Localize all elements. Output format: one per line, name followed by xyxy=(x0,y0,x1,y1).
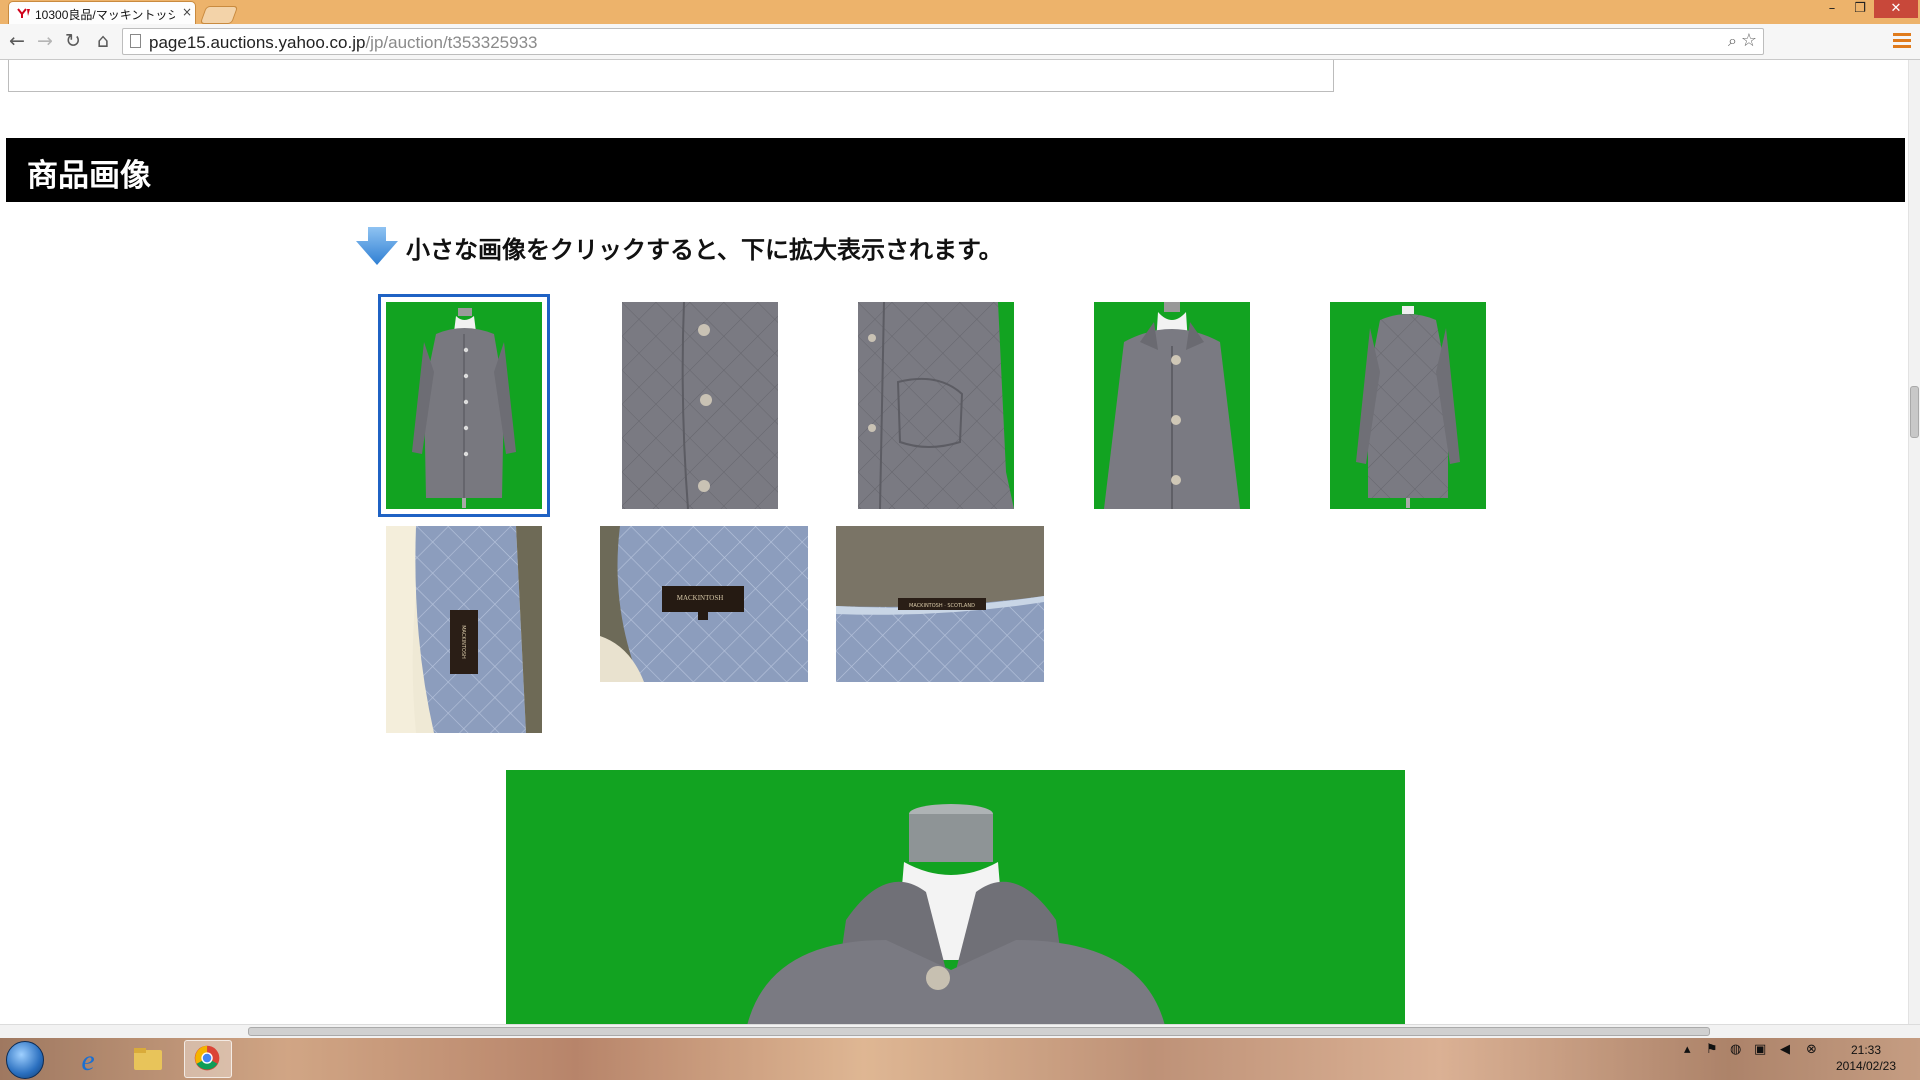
chrome-icon[interactable] xyxy=(184,1040,232,1078)
clock-time: 21:33 xyxy=(1850,1043,1882,1057)
thumb-front-full[interactable] xyxy=(378,294,550,517)
back-arrow-icon[interactable]: ← xyxy=(6,30,28,52)
reload-icon[interactable]: ↻ xyxy=(62,30,84,52)
thumb-lining-label[interactable]: MACKINTOSH xyxy=(386,526,542,733)
flag-icon[interactable]: ⚑ xyxy=(1706,1042,1718,1057)
down-arrow-icon xyxy=(356,227,398,265)
thumb-detail-pocket[interactable] xyxy=(858,302,1014,509)
vertical-scrollbar[interactable] xyxy=(1908,60,1920,1024)
bookmark-star-icon[interactable]: ☆ xyxy=(1741,30,1757,51)
browser-toolbar: ← → ↻ ⌂ page15.auctions.yahoo.co.jp/jp/a… xyxy=(0,24,1920,60)
thumb-detail-buttons[interactable] xyxy=(622,302,778,509)
tab-title: 10300良品/マッキントッシュ/ xyxy=(35,8,175,22)
svg-text:MACKINTOSH · SCOTLAND: MACKINTOSH · SCOTLAND xyxy=(909,603,975,609)
display-icon[interactable]: ▣ xyxy=(1754,1042,1766,1057)
coat-pocket-detail-image xyxy=(858,302,1014,509)
brand-label-closeup-image: MACKINTOSH xyxy=(600,526,808,682)
thumb-collar-label[interactable]: MACKINTOSH · SCOTLAND xyxy=(836,526,1044,682)
url-path: /jp/auction/t353325933 xyxy=(365,33,538,52)
thumb-upper-front[interactable] xyxy=(1094,302,1250,509)
minimize-button[interactable]: – xyxy=(1818,0,1846,18)
browser-tab[interactable]: 10300良品/マッキントッシュ/ × xyxy=(8,1,196,24)
vertical-scroll-thumb[interactable] xyxy=(1910,386,1919,438)
windows-taskbar: e ▴ ⚑ ◍ ▣ ◀ ⊗ 21:33 2014/02/23 xyxy=(0,1038,1920,1080)
up-arrow-icon[interactable]: ▴ xyxy=(1684,1042,1691,1057)
coat-upper-front-image xyxy=(1094,302,1250,509)
thumb-label-closeup[interactable]: MACKINTOSH xyxy=(600,526,808,682)
chrome-menu-icon[interactable] xyxy=(1893,30,1911,52)
coat-lining-image: MACKINTOSH xyxy=(386,526,542,733)
url-text[interactable]: page15.auctions.yahoo.co.jp/jp/auction/t… xyxy=(149,33,538,53)
page-viewport: 商品画像 小さな画像をクリックすると、下に拡大表示されます。 MACKINTOS… xyxy=(0,60,1908,1024)
page-icon xyxy=(130,34,141,48)
section-header: 商品画像 xyxy=(6,138,1905,202)
volume-icon[interactable]: ◀ xyxy=(1780,1042,1790,1057)
home-icon[interactable]: ⌂ xyxy=(92,30,114,52)
network-icon[interactable]: ◍ xyxy=(1730,1042,1741,1057)
coat-back-image xyxy=(1330,302,1486,509)
yahoo-favicon-icon xyxy=(17,8,31,19)
section-title: 商品画像 xyxy=(27,158,151,194)
previous-section-box xyxy=(8,60,1334,92)
close-circle-icon[interactable]: ⊗ xyxy=(1806,1042,1817,1057)
svg-text:e: e xyxy=(81,1044,94,1077)
collar-label-image: MACKINTOSH · SCOTLAND xyxy=(836,526,1044,682)
forward-arrow-icon[interactable]: → xyxy=(34,30,56,52)
new-tab-button[interactable] xyxy=(199,6,239,24)
title-bar: 10300良品/マッキントッシュ/ × – ❐ ✕ xyxy=(0,0,1920,24)
svg-text:MACKINTOSH: MACKINTOSH xyxy=(460,625,466,659)
url-host: page15.auctions.yahoo.co.jp xyxy=(149,33,366,52)
tab-close-icon[interactable]: × xyxy=(182,5,192,19)
coat-large-image xyxy=(506,770,1405,1024)
horizontal-scroll-thumb[interactable] xyxy=(248,1027,1710,1036)
clock[interactable]: 21:33 2014/02/23 xyxy=(1826,1042,1906,1074)
horizontal-scrollbar[interactable] xyxy=(0,1024,1920,1038)
zoom-icon[interactable]: ⌕ xyxy=(1728,31,1737,51)
clock-date: 2014/02/23 xyxy=(1835,1059,1897,1073)
instruction-text: 小さな画像をクリックすると、下に拡大表示されます。 xyxy=(406,236,1003,264)
ie-icon[interactable]: e xyxy=(64,1040,112,1078)
start-icon[interactable] xyxy=(6,1041,44,1079)
restore-button[interactable]: ❐ xyxy=(1846,0,1874,18)
coat-front-image xyxy=(386,302,542,509)
main-preview-image xyxy=(506,770,1405,1024)
thumb-back[interactable] xyxy=(1330,302,1486,509)
close-window-button[interactable]: ✕ xyxy=(1874,0,1918,18)
address-bar[interactable]: page15.auctions.yahoo.co.jp/jp/auction/t… xyxy=(122,28,1764,55)
svg-text:MACKINTOSH: MACKINTOSH xyxy=(677,594,724,602)
folder-icon[interactable] xyxy=(124,1040,172,1078)
coat-button-detail-image xyxy=(622,302,778,509)
